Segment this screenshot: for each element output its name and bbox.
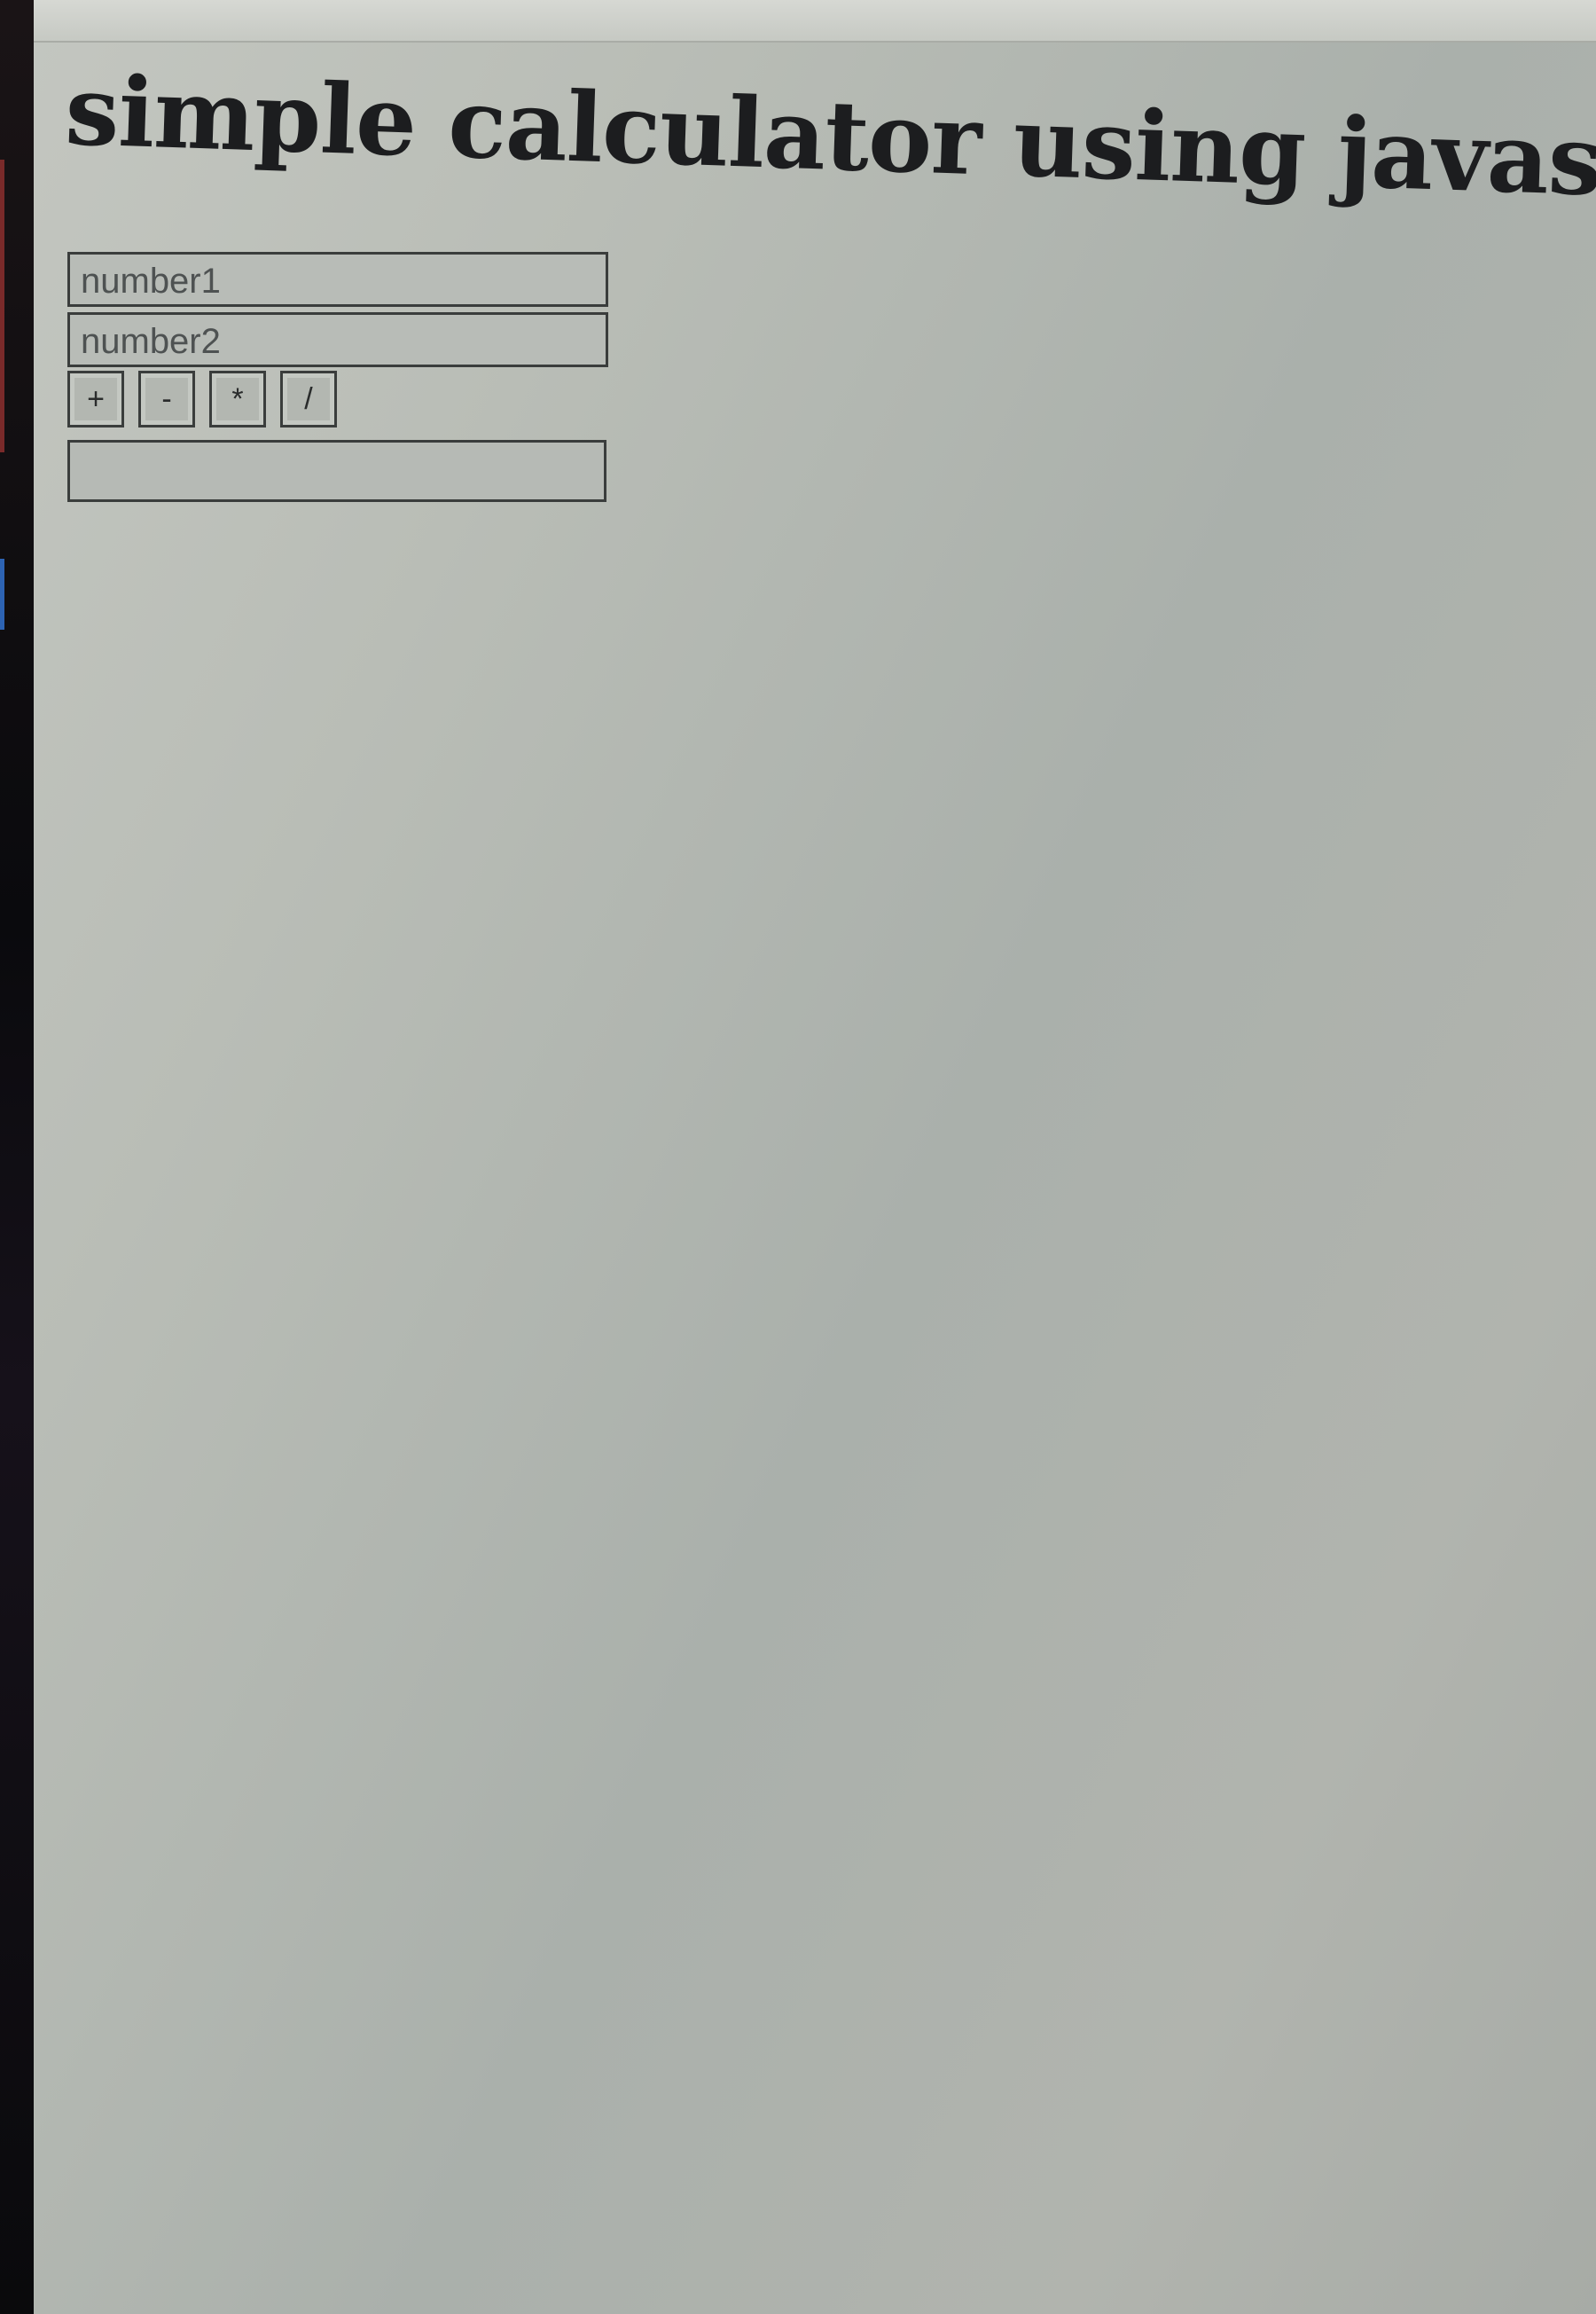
number1-input[interactable] (67, 252, 608, 307)
operation-buttons: + - * / (67, 371, 337, 429)
subtract-button[interactable]: - (138, 371, 195, 428)
result-output[interactable] (67, 440, 606, 502)
bezel-reflection-red (0, 160, 4, 452)
add-button[interactable]: + (67, 371, 124, 428)
number2-input[interactable] (67, 312, 608, 367)
page-title: simple calculator using javascript (63, 55, 1596, 226)
bezel-reflection-blue (0, 559, 4, 630)
multiply-button[interactable]: * (209, 371, 266, 428)
screen-bezel (0, 0, 34, 2314)
divide-button[interactable]: / (280, 371, 337, 428)
browser-top-strip (34, 0, 1596, 43)
browser-page: simple calculator using javascript + - *… (34, 0, 1596, 2314)
